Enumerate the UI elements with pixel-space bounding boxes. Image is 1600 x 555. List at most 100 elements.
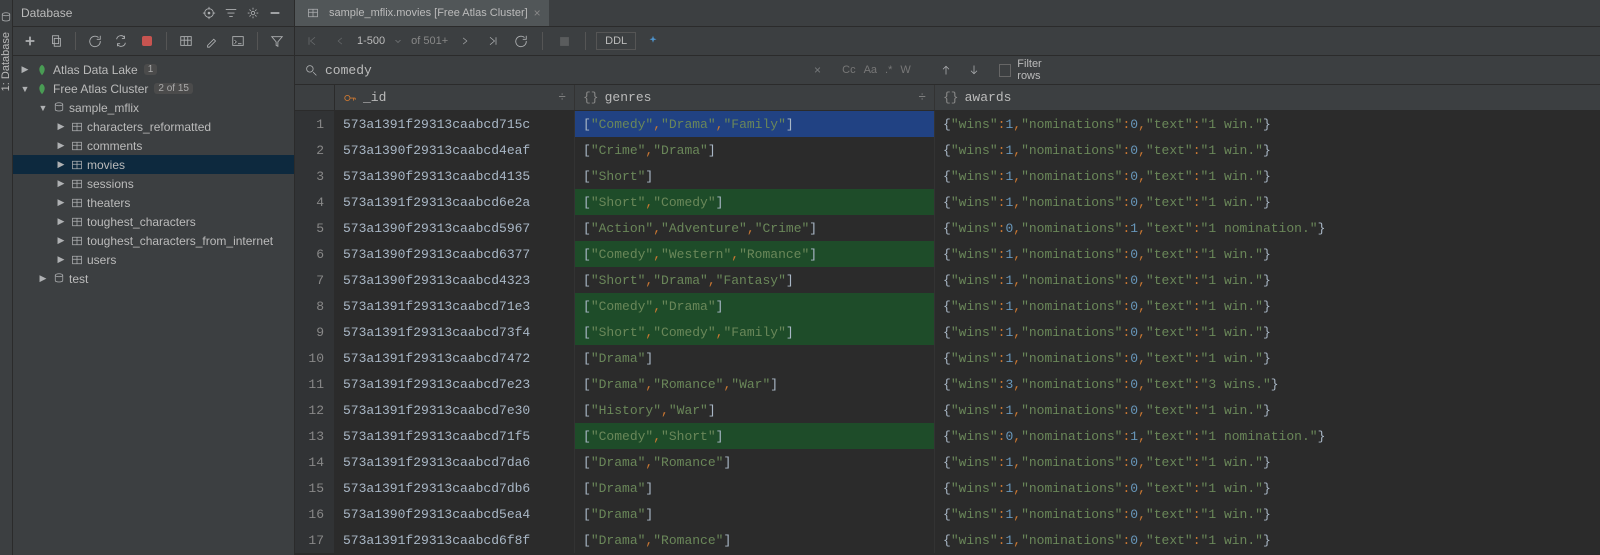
table-row[interactable]: 7573a1390f29313caabcd4323["Short", "Dram… [295,267,1600,293]
tree-node-collection[interactable]: ▶sessions [13,174,294,193]
editor-tab[interactable]: sample_mflix.movies [Free Atlas Cluster]… [295,0,549,26]
cell-id[interactable]: 573a1391f29313caabcd7e30 [335,397,575,423]
collapse-icon[interactable] [220,2,242,24]
cell-id[interactable]: 573a1390f29313caabcd6377 [335,241,575,267]
cell-genres[interactable]: ["Short"] [575,163,935,189]
cell-awards[interactable]: {"wins": 1, "nominations": 0, "text": "1… [935,397,1600,423]
cell-awards[interactable]: {"wins": 1, "nominations": 0, "text": "1… [935,449,1600,475]
cell-awards[interactable]: {"wins": 1, "nominations": 0, "text": "1… [935,163,1600,189]
cell-genres[interactable]: ["Action", "Adventure", "Crime"] [575,215,935,241]
cell-genres[interactable]: ["Comedy", "Western", "Romance"] [575,241,935,267]
sync-icon[interactable] [110,30,132,52]
add-icon[interactable] [19,30,41,52]
cell-id[interactable]: 573a1391f29313caabcd7da6 [335,449,575,475]
cell-id[interactable]: 573a1391f29313caabcd6f8f [335,527,575,553]
cell-genres[interactable]: ["Drama", "Romance", "War"] [575,371,935,397]
search-input[interactable] [325,63,799,78]
prev-page-icon[interactable] [329,30,351,52]
cell-id[interactable]: 573a1391f29313caabcd71f5 [335,423,575,449]
cell-genres[interactable]: ["Comedy", "Short"] [575,423,935,449]
cell-awards[interactable]: {"wins": 0, "nominations": 1, "text": "1… [935,423,1600,449]
cell-awards[interactable]: {"wins": 1, "nominations": 0, "text": "1… [935,475,1600,501]
cell-id[interactable]: 573a1390f29313caabcd4323 [335,267,575,293]
cell-genres[interactable]: ["Comedy", "Drama", "Family"] [575,111,935,137]
column-header-id[interactable]: _id ÷ [335,85,575,110]
ddl-button[interactable]: DDL [596,32,636,50]
cell-id[interactable]: 573a1390f29313caabcd5967 [335,215,575,241]
cell-awards[interactable]: {"wins": 1, "nominations": 0, "text": "1… [935,137,1600,163]
table-row[interactable]: 13573a1391f29313caabcd71f5["Comedy", "Sh… [295,423,1600,449]
cell-genres[interactable]: ["Drama", "Romance"] [575,449,935,475]
column-header-genres[interactable]: {} genres ÷ [575,85,935,110]
cell-genres[interactable]: ["Short", "Comedy"] [575,189,935,215]
table-row[interactable]: 1573a1391f29313caabcd715c["Comedy", "Dra… [295,111,1600,137]
tool-window-tab[interactable]: 1: Database [0,0,13,555]
arrow-up-icon[interactable] [935,59,957,81]
target-icon[interactable] [198,2,220,24]
refresh-icon[interactable] [84,30,106,52]
arrow-down-icon[interactable] [963,59,985,81]
cell-id[interactable]: 573a1390f29313caabcd4135 [335,163,575,189]
cell-id[interactable]: 573a1391f29313caabcd7db6 [335,475,575,501]
cell-genres[interactable]: ["Comedy", "Drama"] [575,293,935,319]
cell-id[interactable]: 573a1391f29313caabcd7472 [335,345,575,371]
table-row[interactable]: 3573a1390f29313caabcd4135["Short"]{"wins… [295,163,1600,189]
table-row[interactable]: 14573a1391f29313caabcd7da6["Drama", "Rom… [295,449,1600,475]
first-page-icon[interactable] [301,30,323,52]
close-icon[interactable]: × [534,6,541,20]
cell-genres[interactable]: ["Short", "Drama", "Fantasy"] [575,267,935,293]
cell-awards[interactable]: {"wins": 0, "nominations": 1, "text": "1… [935,215,1600,241]
table-row[interactable]: 16573a1390f29313caabcd5ea4["Drama"]{"win… [295,501,1600,527]
tree-node-collection[interactable]: ▶characters_reformatted [13,117,294,136]
words-toggle[interactable]: W [900,64,910,76]
cell-id[interactable]: 573a1391f29313caabcd6e2a [335,189,575,215]
tree-node-collection[interactable]: ▶comments [13,136,294,155]
reload-icon[interactable] [510,30,532,52]
table-icon[interactable] [175,30,197,52]
tree-node-collection[interactable]: ▶theaters [13,193,294,212]
copy-icon[interactable] [45,30,67,52]
cell-awards[interactable]: {"wins": 1, "nominations": 0, "text": "1… [935,501,1600,527]
table-row[interactable]: 6573a1390f29313caabcd6377["Comedy", "Wes… [295,241,1600,267]
cell-id[interactable]: 573a1391f29313caabcd7e23 [335,371,575,397]
cell-id[interactable]: 573a1391f29313caabcd73f4 [335,319,575,345]
chevron-down-icon[interactable] [391,30,405,52]
cell-genres[interactable]: ["Drama", "Romance"] [575,527,935,553]
table-row[interactable]: 2573a1390f29313caabcd4eaf["Crime", "Dram… [295,137,1600,163]
regex-toggle[interactable]: .* [885,64,892,76]
minimize-icon[interactable] [264,2,286,24]
cell-genres[interactable]: ["History", "War"] [575,397,935,423]
cell-genres[interactable]: ["Drama"] [575,501,935,527]
table-row[interactable]: 4573a1391f29313caabcd6e2a["Short", "Come… [295,189,1600,215]
tree-node-collection[interactable]: ▶toughest_characters [13,212,294,231]
filter-rows-area[interactable]: Filter rows [999,58,1066,82]
clear-icon[interactable]: × [807,59,828,81]
table-row[interactable]: 11573a1391f29313caabcd7e23["Drama", "Rom… [295,371,1600,397]
filter-icon[interactable] [266,30,288,52]
tree-node-datasource[interactable]: ▼ Free Atlas Cluster 2 of 15 [13,79,294,98]
match-case-toggle[interactable]: Cc [842,64,855,76]
tree-node-collection[interactable]: ▶movies [13,155,294,174]
cell-awards[interactable]: {"wins": 1, "nominations": 0, "text": "1… [935,267,1600,293]
tree-node-datasource[interactable]: ▶ Atlas Data Lake 1 [13,60,294,79]
stop-icon[interactable] [553,30,575,52]
cell-awards[interactable]: {"wins": 1, "nominations": 0, "text": "1… [935,241,1600,267]
stop-icon[interactable] [136,30,158,52]
table-row[interactable]: 5573a1390f29313caabcd5967["Action", "Adv… [295,215,1600,241]
cell-genres[interactable]: ["Crime", "Drama"] [575,137,935,163]
data-grid[interactable]: _id ÷ {} genres ÷ {} awards 1573a1391f29… [295,85,1600,555]
last-page-icon[interactable] [482,30,504,52]
sort-icon[interactable]: ÷ [558,90,566,105]
cell-awards[interactable]: {"wins": 1, "nominations": 0, "text": "1… [935,293,1600,319]
sparkle-icon[interactable] [642,30,664,52]
table-row[interactable]: 17573a1391f29313caabcd6f8f["Drama", "Rom… [295,527,1600,553]
table-row[interactable]: 10573a1391f29313caabcd7472["Drama"]{"win… [295,345,1600,371]
edit-icon[interactable] [201,30,223,52]
cell-genres[interactable]: ["Drama"] [575,345,935,371]
cell-awards[interactable]: {"wins": 1, "nominations": 0, "text": "1… [935,189,1600,215]
table-row[interactable]: 12573a1391f29313caabcd7e30["History", "W… [295,397,1600,423]
tree-node-collection[interactable]: ▶users [13,250,294,269]
filter-checkbox[interactable] [999,64,1012,77]
cell-genres[interactable]: ["Short", "Comedy", "Family"] [575,319,935,345]
cell-awards[interactable]: {"wins": 3, "nominations": 0, "text": "3… [935,371,1600,397]
